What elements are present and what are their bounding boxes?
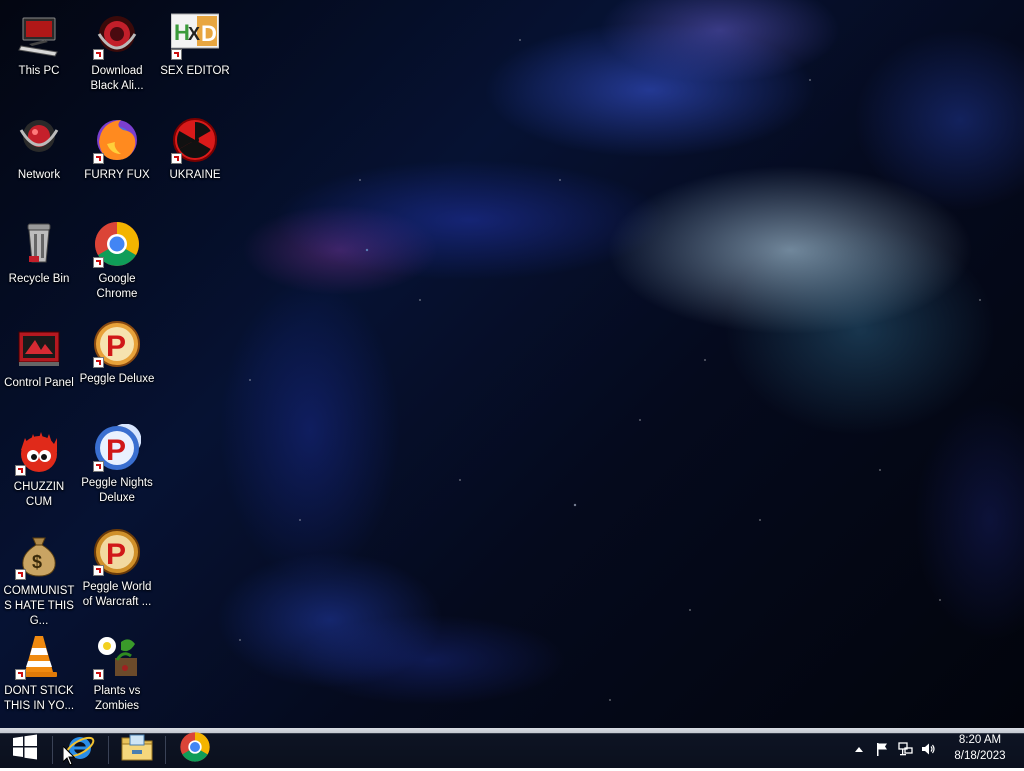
vlc-cone-icon bbox=[15, 632, 63, 680]
taskbar-clock[interactable]: 8:20 AM 8/18/2023 bbox=[940, 732, 1020, 764]
radiation-icon bbox=[171, 116, 219, 164]
file-explorer-icon bbox=[120, 732, 154, 767]
shortcut-arrow-icon bbox=[93, 669, 104, 680]
svg-text:X: X bbox=[188, 24, 200, 44]
svg-text:P: P bbox=[106, 434, 126, 467]
icon-label: This PC bbox=[18, 65, 60, 77]
icon-label: Network bbox=[17, 169, 61, 181]
taskbar-separator bbox=[165, 736, 166, 764]
desktop-icon-peggle-world-of-warcraft[interactable]: P Peggle World of Warcraft ... bbox=[78, 528, 156, 610]
plants-vs-zombies-icon bbox=[93, 632, 141, 680]
icon-label: Recycle Bin bbox=[8, 273, 70, 285]
shortcut-arrow-icon bbox=[15, 569, 26, 580]
windows-logo-icon bbox=[12, 734, 38, 765]
recycle-bin-icon bbox=[15, 220, 63, 268]
icon-label: SEX EDITOR bbox=[160, 65, 230, 77]
shortcut-arrow-icon bbox=[93, 357, 104, 368]
chrome-icon bbox=[93, 220, 141, 268]
icon-label: Plants vs Zombies bbox=[93, 685, 141, 712]
action-center-flag-icon[interactable] bbox=[874, 741, 890, 757]
icon-label: COMMUNISTS HATE THIS G... bbox=[3, 585, 75, 627]
taskbar-google-chrome-button[interactable] bbox=[170, 730, 220, 768]
desktop-icon-control-panel[interactable]: Control Panel bbox=[0, 324, 78, 391]
shortcut-arrow-icon bbox=[93, 257, 104, 268]
shortcut-arrow-icon bbox=[93, 49, 104, 60]
taskbar-separator bbox=[108, 736, 109, 764]
peggle-icon: P bbox=[93, 320, 141, 368]
svg-text:D: D bbox=[201, 21, 217, 46]
shortcut-arrow-icon bbox=[171, 153, 182, 164]
peggle-wow-icon: P bbox=[93, 528, 141, 576]
icon-label: Peggle World of Warcraft ... bbox=[82, 581, 152, 608]
show-hidden-icons-chevron[interactable] bbox=[851, 741, 867, 757]
shortcut-arrow-icon bbox=[171, 49, 182, 60]
start-button[interactable] bbox=[0, 730, 50, 768]
chuzzle-icon bbox=[15, 428, 63, 476]
taskbar-separator bbox=[52, 736, 53, 764]
peggle-nights-icon: P bbox=[93, 424, 141, 472]
shortcut-arrow-icon bbox=[93, 153, 104, 164]
desktop-icon-recycle-bin[interactable]: Recycle Bin bbox=[0, 220, 78, 287]
money-bag-icon: $ bbox=[15, 532, 63, 580]
desktop-icon-google-chrome[interactable]: Google Chrome bbox=[78, 220, 156, 302]
desktop-icon-chuzzin-cum[interactable]: CHUZZIN CUM bbox=[0, 428, 78, 510]
desktop[interactable]: This PC Download Black Ali... H X D SEX … bbox=[0, 0, 1024, 768]
chrome-icon bbox=[179, 731, 211, 768]
icon-label: Download Black Ali... bbox=[90, 65, 144, 92]
icon-label: Control Panel bbox=[4, 377, 74, 389]
svg-text:P: P bbox=[106, 538, 126, 571]
icon-label: FURRY FUX bbox=[84, 169, 150, 181]
desktop-icon-peggle-deluxe[interactable]: P Peggle Deluxe bbox=[78, 320, 156, 387]
desktop-icon-sex-editor[interactable]: H X D SEX EDITOR bbox=[156, 12, 234, 79]
control-panel-icon bbox=[15, 324, 63, 372]
taskbar-file-explorer-button[interactable] bbox=[112, 730, 162, 768]
hxd-editor-icon: H X D bbox=[171, 12, 219, 60]
this-pc-icon bbox=[15, 12, 63, 60]
shortcut-arrow-icon bbox=[93, 565, 104, 576]
black-alien-icon bbox=[93, 12, 141, 60]
icon-label: UKRAINE bbox=[169, 169, 221, 181]
svg-text:$: $ bbox=[32, 552, 42, 572]
firefox-icon bbox=[93, 116, 141, 164]
desktop-icon-ukraine[interactable]: UKRAINE bbox=[156, 116, 234, 183]
icon-label: Peggle Nights Deluxe bbox=[81, 477, 153, 504]
shortcut-arrow-icon bbox=[15, 669, 26, 680]
clock-date: 8/18/2023 bbox=[954, 750, 1006, 762]
icon-label: CHUZZIN CUM bbox=[13, 481, 65, 508]
desktop-icon-download-black-ali[interactable]: Download Black Ali... bbox=[78, 12, 156, 94]
network-icon[interactable] bbox=[897, 741, 913, 757]
shortcut-arrow-icon bbox=[15, 465, 26, 476]
desktop-icon-this-pc[interactable]: This PC bbox=[0, 12, 78, 79]
desktop-icon-plants-vs-zombies[interactable]: Plants vs Zombies bbox=[78, 632, 156, 714]
network-icon bbox=[15, 116, 63, 164]
desktop-icon-furry-fux[interactable]: FURRY FUX bbox=[78, 116, 156, 183]
taskbar[interactable] bbox=[0, 728, 1024, 768]
desktop-icon-peggle-nights-deluxe[interactable]: P Peggle Nights Deluxe bbox=[78, 424, 156, 506]
desktop-icon-network[interactable]: Network bbox=[0, 116, 78, 183]
desktop-icon-communists-hate-this[interactable]: $ COMMUNISTS HATE THIS G... bbox=[0, 532, 78, 629]
icon-label: DONT STICK THIS IN YO... bbox=[3, 685, 75, 712]
icon-label: Peggle Deluxe bbox=[79, 373, 155, 385]
svg-text:P: P bbox=[106, 330, 126, 363]
volume-icon[interactable] bbox=[920, 741, 936, 757]
desktop-icon-dont-stick-this[interactable]: DONT STICK THIS IN YO... bbox=[0, 632, 78, 714]
shortcut-arrow-icon bbox=[93, 461, 104, 472]
icon-label: Google Chrome bbox=[96, 273, 138, 300]
clock-time: 8:20 AM bbox=[958, 734, 1002, 746]
